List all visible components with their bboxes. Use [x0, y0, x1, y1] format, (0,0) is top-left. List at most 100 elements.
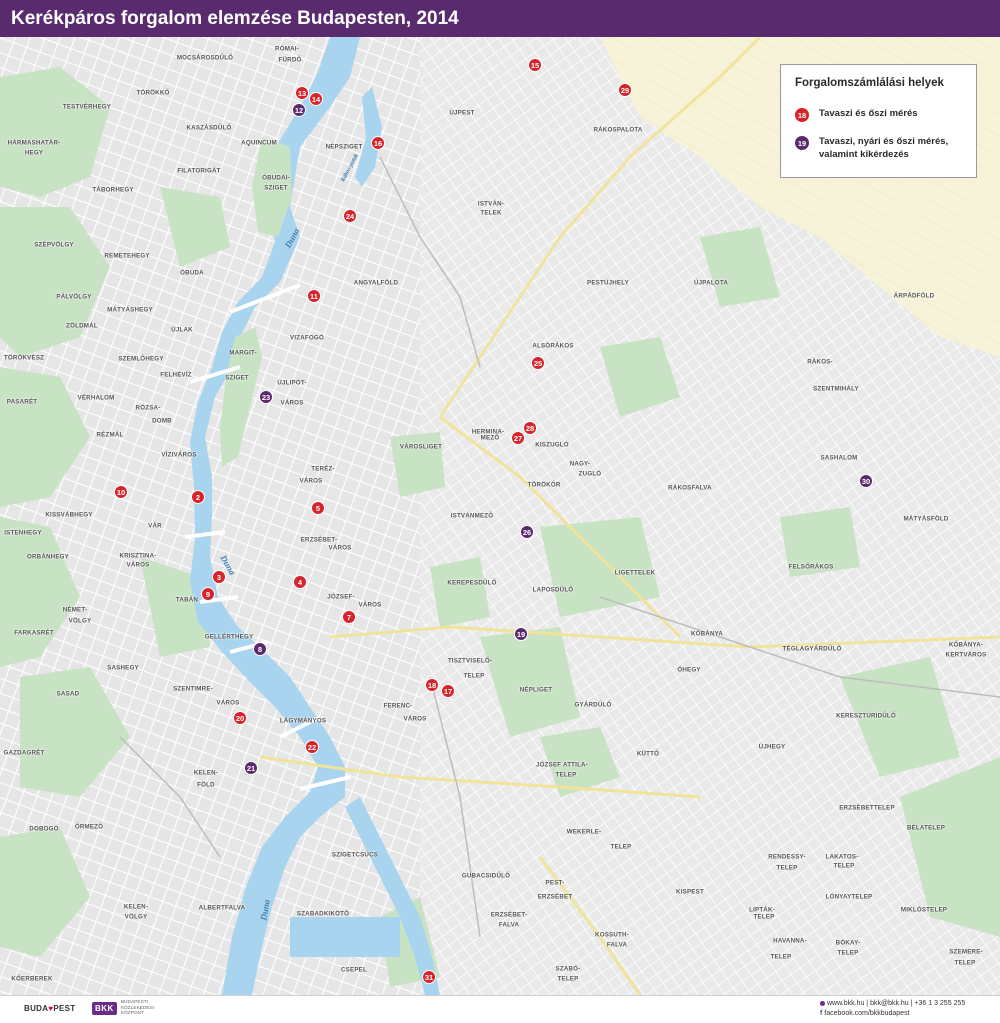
place-label-rozsadomb-2: DOMB — [152, 417, 172, 425]
place-label-kossuthfalva-1: KOSSUTH- — [595, 931, 629, 939]
bkk-logo-subtitle: BUDAPESTI KÖZLEKEDÉSI KÖZPONT — [120, 1000, 155, 1016]
bkk-logo-box: BKK — [92, 1001, 117, 1015]
count-marker-19[interactable]: 19 — [514, 627, 528, 641]
place-label-lakatostelep-2: TELEP — [833, 862, 855, 870]
place-label-romai-furdo-2: FÜRDŐ — [278, 56, 302, 64]
count-marker-14[interactable]: 14 — [309, 92, 323, 106]
place-label-havannatelep-1: HAVANNA- — [773, 937, 807, 945]
place-label-vizivaros: VÍZIVÁROS — [161, 451, 197, 459]
place-label-alsorakos: ALSÓRÁKOS — [532, 342, 574, 350]
count-marker-22[interactable]: 22 — [305, 740, 319, 754]
count-marker-17[interactable]: 17 — [441, 684, 455, 698]
place-label-miklostelep: MIKLÓSTELEP — [900, 906, 948, 914]
place-label-wekerletelep-2: TELEP — [610, 843, 632, 851]
place-label-varosliget: VÁROSLIGET — [399, 443, 443, 451]
place-label-istvantelek-1: ISTVÁN- — [477, 200, 505, 208]
place-label-erzsebetfalva-1: ERZSÉBET- — [490, 911, 528, 919]
place-label-kelenvolgy-1: KELEN- — [123, 903, 149, 911]
place-label-nagyzuglo-1: NAGY- — [569, 460, 591, 468]
place-label-istenhegy: ISTENHEGY — [4, 529, 42, 537]
place-label-torokves: TÖRÖKVÉSZ — [3, 354, 45, 362]
place-label-krisztina-2: VÁROS — [126, 561, 150, 569]
place-label-pesterzsebet-2: ERZSÉBET — [537, 893, 573, 901]
place-label-havannatelep-2: TELEP — [770, 953, 792, 961]
count-marker-31[interactable]: 31 — [422, 970, 436, 984]
place-label-terezvaros-1: TERÉZ- — [311, 465, 335, 473]
count-marker-24[interactable]: 24 — [343, 209, 357, 223]
count-marker-20[interactable]: 20 — [233, 711, 247, 725]
facebook-link[interactable]: facebook.com/bkkbudapest — [824, 1010, 909, 1017]
place-label-kaszasdulo: KASZÁSDŰLŐ — [186, 124, 232, 132]
place-label-kobanya: KŐBÁNYA — [690, 630, 724, 638]
count-marker-27[interactable]: 27 — [511, 431, 525, 445]
place-label-jozsefvaros-2: VÁROS — [358, 601, 382, 609]
place-label-pestujhely: PESTÚJHELY — [586, 279, 630, 287]
place-label-rendessytelep-2: TELEP — [776, 864, 798, 872]
place-label-kutto: KÜTTŐ — [636, 750, 660, 758]
legend-red-marker: 18 — [795, 108, 809, 122]
place-label-szigetcsucs: SZIGETCSÚCS — [331, 851, 379, 859]
place-label-szentimre-2: VÁROS — [216, 699, 240, 707]
count-marker-2[interactable]: 2 — [191, 490, 205, 504]
place-label-pesterzsebet-1: PEST- — [545, 879, 565, 887]
place-label-krisztina-1: KRISZTINA- — [119, 552, 157, 560]
place-label-szepvolgy: SZÉPVÖLGY — [34, 241, 74, 249]
place-label-jozsefvaros-1: JÓZSEF- — [327, 593, 355, 601]
place-label-bokaytelep-1: BÓKAY- — [835, 939, 861, 947]
place-label-szabotelep-1: SZABÓ- — [555, 965, 581, 973]
place-label-margit-2: SZIGET — [225, 374, 249, 382]
count-marker-13[interactable]: 13 — [295, 86, 309, 100]
place-label-nemetvolgy-2: VÖLGY — [68, 617, 92, 625]
count-marker-9[interactable]: 9 — [201, 587, 215, 601]
legend-row-full: 19 Tavaszi, nyári és őszi mérés, valamin… — [795, 135, 948, 161]
place-label-ujpest: ÚJPEST — [449, 109, 475, 117]
count-marker-28[interactable]: 28 — [523, 421, 537, 435]
count-marker-8[interactable]: 8 — [253, 642, 267, 656]
place-label-lakatostelep-1: LAKATOS- — [825, 853, 859, 861]
place-label-felsorakos: FELSŐRÁKOS — [788, 563, 834, 571]
place-label-rozsadomb-1: RÓZSA- — [135, 404, 161, 412]
place-label-taborhegy: TÁBORHEGY — [92, 186, 134, 194]
place-label-arpadfold: ÁRPÁDFÖLD — [893, 292, 935, 300]
count-marker-5[interactable]: 5 — [311, 501, 325, 515]
place-label-ujlipotvaros-2: VÁROS — [280, 399, 304, 407]
count-marker-15[interactable]: 15 — [528, 58, 542, 72]
legend: Forgalomszámlálási helyek 18 Tavaszi és … — [780, 64, 977, 178]
count-marker-3[interactable]: 3 — [212, 570, 226, 584]
place-label-liptaktelep-2: TELEP — [753, 913, 775, 921]
place-label-ferencvaros-1: FERENC- — [383, 702, 413, 710]
website-link[interactable]: www.bkk.hu — [827, 1000, 864, 1007]
count-marker-12[interactable]: 12 — [292, 103, 306, 117]
count-marker-23[interactable]: 23 — [259, 390, 273, 404]
place-label-nemetvolgy-1: NÉMET- — [62, 606, 88, 614]
place-label-orbanhegy: ORBÁNHEGY — [26, 553, 70, 561]
place-label-obudai-2: SZIGET — [264, 184, 288, 192]
count-marker-18[interactable]: 18 — [425, 678, 439, 692]
place-label-kispest: KISPEST — [676, 888, 704, 896]
legend-row-spring-autumn: 18 Tavaszi és őszi mérés — [795, 107, 918, 122]
count-marker-7[interactable]: 7 — [342, 610, 356, 624]
place-label-rakosszentmihaly-1: RÁKOS- — [807, 358, 833, 366]
place-label-angyalfold: ANGYALFÖLD — [353, 279, 399, 287]
count-marker-21[interactable]: 21 — [244, 761, 258, 775]
place-label-matyasfold: MÁTYÁSFÖLD — [903, 515, 949, 523]
place-label-tabán: TABÁN — [175, 596, 199, 604]
place-label-szabadkikoto: SZABADKIKÖTŐ — [296, 910, 350, 918]
count-marker-16[interactable]: 16 — [371, 136, 385, 150]
map-area[interactable]: RÓMAI- FÜRDŐ MOCSÁROSDŰLŐ TÖRÖKKŐ TESTVÉRHEG… — [0, 37, 1000, 995]
place-label-harmashatar-2: HEGY — [24, 149, 44, 157]
count-marker-26[interactable]: 26 — [520, 525, 534, 539]
place-label-gubacsidulo: GUBACSIDŰLŐ — [461, 872, 511, 880]
place-label-testvérhegy: TESTVÉRHEGY — [62, 103, 112, 111]
count-marker-25[interactable]: 25 — [531, 356, 545, 370]
place-label-romai-furdo-1: RÓMAI- — [275, 45, 299, 53]
count-marker-10[interactable]: 10 — [114, 485, 128, 499]
count-marker-4[interactable]: 4 — [293, 575, 307, 589]
place-label-matyashegy: MÁTYÁSHEGY — [107, 306, 153, 314]
email-link[interactable]: bkk@bkk.hu — [870, 1000, 909, 1007]
count-marker-29[interactable]: 29 — [618, 83, 632, 97]
count-marker-11[interactable]: 11 — [307, 289, 321, 303]
place-label-albertfalva: ALBERTFALVA — [198, 904, 246, 912]
place-label-harmashatar-1: HÁRMASHATÁR- — [7, 139, 61, 147]
count-marker-30[interactable]: 30 — [859, 474, 873, 488]
